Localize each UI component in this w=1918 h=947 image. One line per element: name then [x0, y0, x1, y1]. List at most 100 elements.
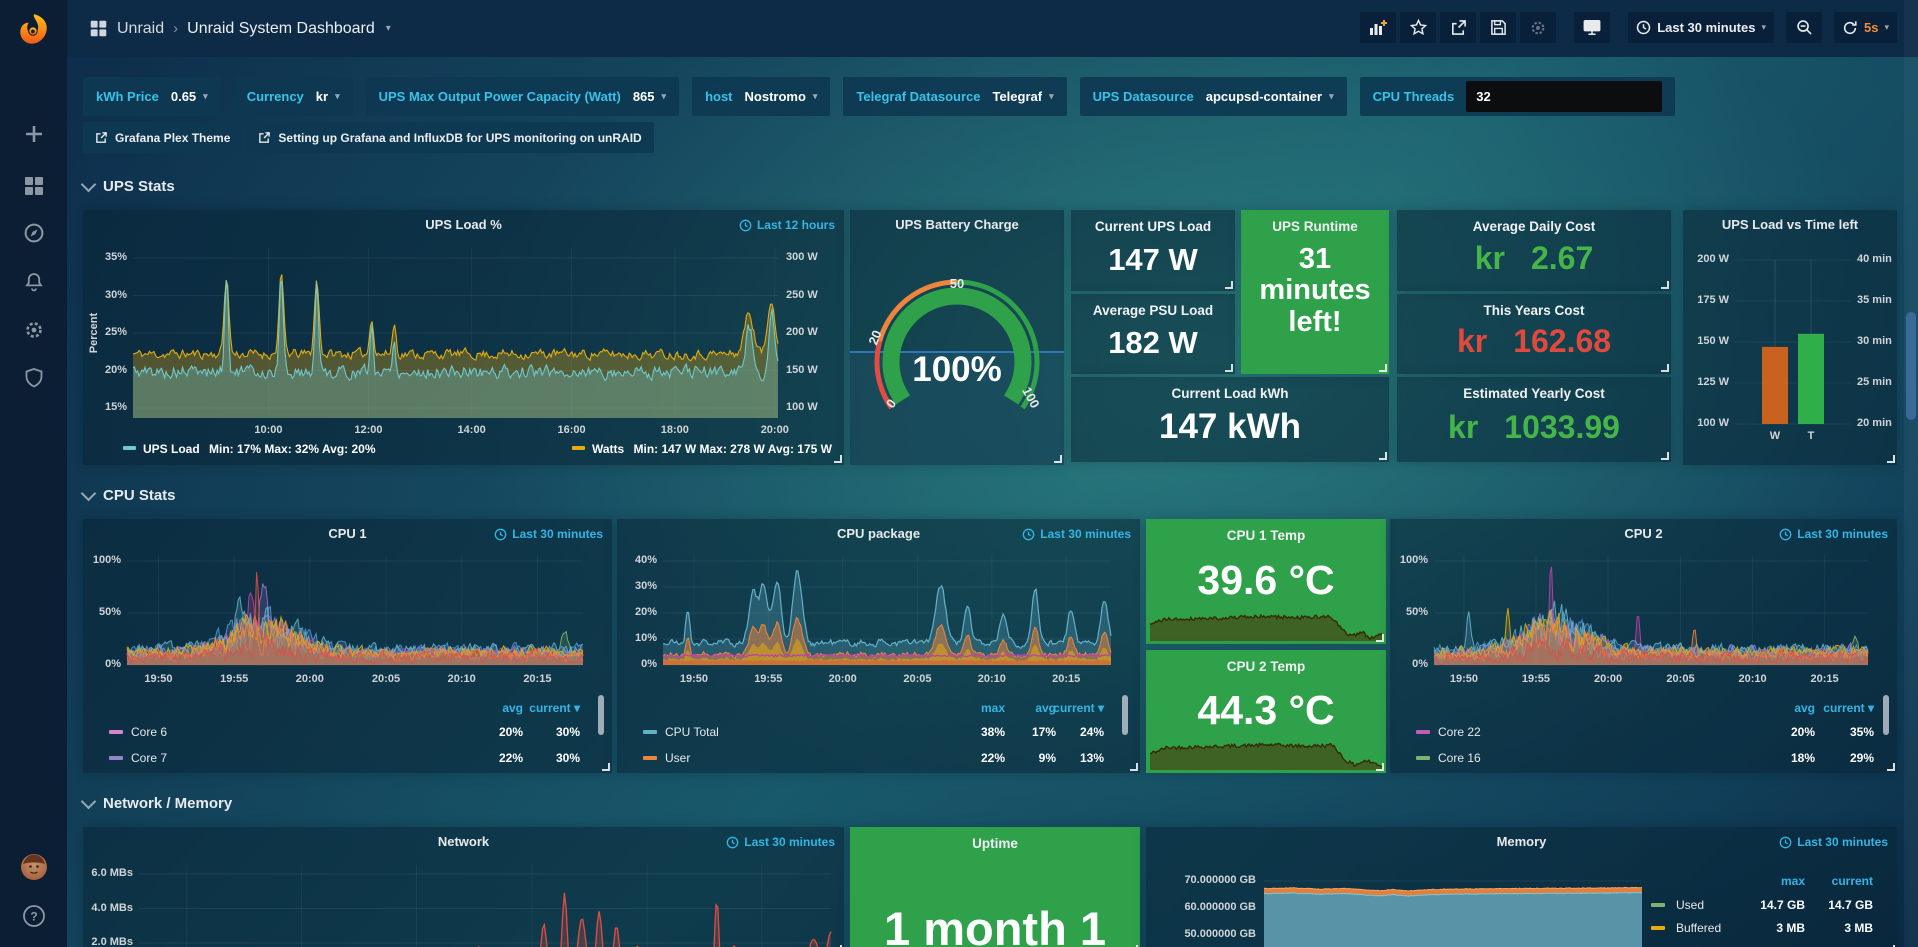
star-button[interactable] [1400, 12, 1436, 43]
axis-tick: 20:00 [1586, 673, 1630, 685]
legend-series-name[interactable]: Used [1676, 898, 1704, 912]
time-range-indicator[interactable]: Last 12 hours [739, 218, 835, 232]
panel-title[interactable]: UPS Load vs Time left [1683, 217, 1897, 232]
axis-tick: 19:50 [1442, 673, 1486, 685]
clock-icon [1779, 836, 1792, 849]
time-range-picker[interactable]: Last 30 minutes ▾ [1628, 12, 1774, 43]
settings-button[interactable] [1520, 12, 1556, 43]
page-scrollbar-thumb[interactable] [1906, 312, 1916, 420]
grafana-logo[interactable] [0, 8, 67, 52]
legend-column-header[interactable]: current ▾ [1810, 701, 1874, 715]
stat-label[interactable]: Uptime [850, 836, 1140, 851]
stat-label[interactable]: Estimated Yearly Cost [1397, 386, 1671, 401]
legend-column-header[interactable]: avg [1751, 701, 1815, 715]
time-range-indicator[interactable]: Last 30 minutes [726, 835, 835, 849]
variable-value-dropdown[interactable]: 0.65▾ [171, 89, 208, 104]
dashboard-title[interactable]: Unraid System Dashboard [187, 20, 375, 38]
stat-label[interactable]: Average PSU Load [1071, 303, 1235, 318]
stat-label[interactable]: UPS Runtime [1241, 219, 1389, 234]
add-panel-button[interactable] [1360, 12, 1396, 43]
stat-label[interactable]: CPU 1 Temp [1146, 528, 1386, 543]
axis-tick: 30% [621, 580, 657, 592]
chevron-down-icon[interactable]: ▾ [386, 23, 391, 34]
time-range-indicator[interactable]: Last 30 minutes [1779, 527, 1888, 541]
zoom-out-button[interactable] [1786, 12, 1822, 43]
variable-value-dropdown[interactable]: Telegraf▾ [992, 89, 1053, 104]
save-button[interactable] [1480, 12, 1516, 43]
stat-value: kr162.68 [1397, 323, 1671, 360]
avatar[interactable] [0, 847, 67, 887]
share-button[interactable] [1440, 12, 1476, 43]
stat-label[interactable]: Current UPS Load [1071, 219, 1235, 234]
section-ups-stats[interactable]: UPS Stats [83, 178, 175, 195]
alerting-icon[interactable] [0, 262, 67, 302]
legend-series-name[interactable]: User [665, 751, 690, 765]
link-grafana-plex-theme[interactable]: Grafana Plex Theme [83, 122, 242, 153]
variable-currency: Currency kr▾ [234, 77, 353, 116]
axis-tick: 20:05 [1659, 673, 1703, 685]
link-ups-monitoring-guide[interactable]: Setting up Grafana and InfluxDB for UPS … [246, 122, 653, 153]
legend-item[interactable]: Watts Min: 147 W Max: 278 W Avg: 175 W [572, 442, 832, 456]
axis-tick: 20:10 [440, 673, 484, 685]
legend-series-name[interactable]: Core 6 [131, 725, 167, 739]
axis-tick: 20:10 [1731, 673, 1775, 685]
legend-scrollbar[interactable] [1883, 695, 1889, 735]
cycle-view-mode-button[interactable] [1574, 12, 1610, 43]
server-admin-icon[interactable] [0, 358, 67, 398]
legend-series-name[interactable]: Core 7 [131, 751, 167, 765]
variable-value-dropdown[interactable]: Nostromo▾ [745, 89, 818, 104]
axis-tick: 100 W [786, 401, 834, 413]
legend-column-header[interactable]: current ▾ [1040, 701, 1104, 715]
legend-series-name[interactable]: CPU Total [665, 725, 719, 739]
create-icon[interactable] [0, 114, 67, 154]
help-icon[interactable]: ? [0, 896, 67, 936]
dashboards-grid-icon[interactable] [89, 19, 108, 38]
legend-scrollbar[interactable] [598, 695, 604, 735]
link-label: Grafana Plex Theme [115, 131, 230, 145]
axis-tick: 19:55 [212, 673, 256, 685]
legend-value: 24% [1030, 725, 1104, 739]
temp-sparkline [1150, 734, 1382, 770]
legend-swatch [1416, 756, 1430, 760]
page-scrollbar[interactable] [1904, 0, 1918, 947]
cpu-threads-input[interactable] [1466, 81, 1662, 112]
variable-value-dropdown[interactable]: kr▾ [316, 89, 340, 104]
axis-tick: 25 min [1857, 376, 1897, 388]
legend-column-header[interactable]: current [1809, 874, 1873, 888]
legend-column-header[interactable]: max [1741, 874, 1805, 888]
legend-column-header[interactable]: avg [459, 701, 523, 715]
legend-series-name[interactable]: Buffered [1676, 921, 1721, 935]
section-network-memory[interactable]: Network / Memory [83, 795, 232, 812]
variable-value-dropdown[interactable]: 865▾ [633, 89, 666, 104]
refresh-button[interactable]: 5s ▾ [1834, 12, 1897, 43]
breadcrumb-app[interactable]: Unraid [117, 20, 164, 38]
monitor-icon [1583, 19, 1601, 36]
axis-tick: 200 W [1685, 253, 1729, 265]
stat-value: 31 minutes left! [1241, 244, 1389, 338]
legend-series-name[interactable]: Core 22 [1438, 725, 1481, 739]
stat-label[interactable]: Average Daily Cost [1397, 219, 1671, 234]
time-range-indicator[interactable]: Last 30 minutes [494, 527, 603, 541]
stat-value: 147 W [1071, 242, 1235, 278]
panel-title[interactable]: UPS Load % [83, 217, 844, 232]
external-link-icon [258, 131, 271, 144]
axis-tick: 20:15 [1803, 673, 1847, 685]
explore-icon[interactable] [0, 213, 67, 253]
legend-item[interactable]: UPS Load Min: 17% Max: 32% Avg: 20% [123, 442, 376, 456]
variable-value-dropdown[interactable]: apcupsd-container▾ [1206, 89, 1334, 104]
axis-tick: 20:10 [970, 673, 1014, 685]
dashboards-icon[interactable] [0, 166, 67, 206]
time-range-indicator[interactable]: Last 30 minutes [1022, 527, 1131, 541]
legend-series-name[interactable]: Core 16 [1438, 751, 1481, 765]
stat-label[interactable]: This Years Cost [1397, 303, 1671, 318]
panel-title[interactable]: UPS Battery Charge [850, 217, 1064, 232]
time-range-indicator[interactable]: Last 30 minutes [1779, 835, 1888, 849]
legend-value: 13% [1030, 751, 1104, 765]
legend-column-header[interactable]: current ▾ [516, 701, 580, 715]
section-cpu-stats[interactable]: CPU Stats [83, 487, 176, 504]
stat-label[interactable]: Current Load kWh [1071, 386, 1389, 401]
stat-label[interactable]: CPU 2 Temp [1146, 659, 1386, 674]
axis-tick: 12:00 [346, 424, 390, 436]
configuration-icon[interactable] [0, 310, 67, 350]
legend-scrollbar[interactable] [1122, 695, 1128, 735]
